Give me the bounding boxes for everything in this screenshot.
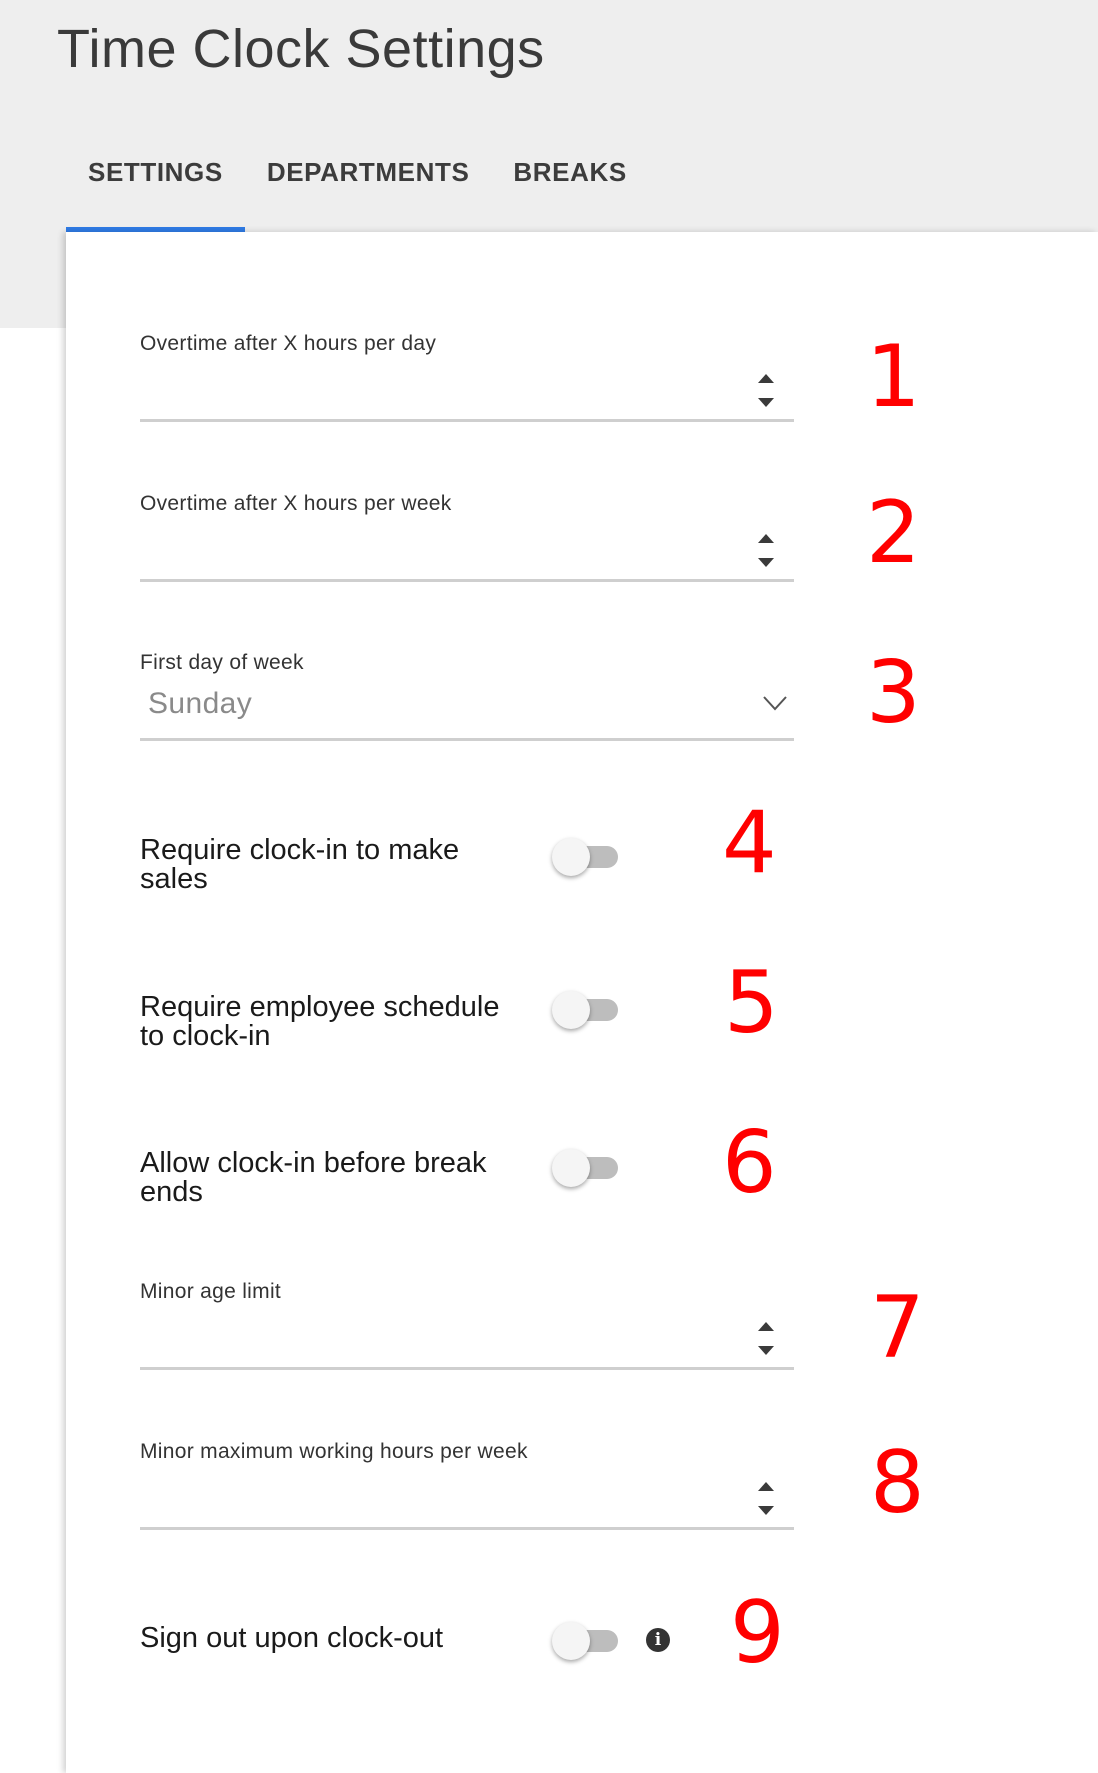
tab-settings-label: SETTINGS (88, 157, 223, 187)
first-day-of-week-label: First day of week (140, 651, 304, 674)
spinner-down-icon[interactable] (758, 1506, 774, 1515)
allow-before-break-toggle[interactable] (552, 1147, 620, 1187)
spinner-up-icon[interactable] (758, 1322, 774, 1331)
tab-breaks-label: BREAKS (513, 157, 627, 187)
marker-2: 2 (866, 483, 921, 583)
spinner-arrows-icon[interactable] (756, 1476, 776, 1520)
spinner-arrows-icon[interactable] (756, 1316, 776, 1360)
first-day-of-week-field: First day of week Sunday (140, 651, 794, 741)
marker-8: 8 (870, 1433, 925, 1533)
marker-1: 1 (866, 327, 921, 427)
first-day-of-week-value: Sunday (148, 687, 253, 720)
spinner-down-icon[interactable] (758, 398, 774, 407)
tab-departments-label: DEPARTMENTS (266, 157, 470, 187)
require-clock-in-toggle[interactable] (552, 836, 620, 876)
sign-out-label: Sign out upon clock-out (140, 1622, 444, 1654)
minor-max-hours-label: Minor maximum working hours per week (140, 1440, 528, 1463)
minor-age-limit-label: Minor age limit (140, 1280, 282, 1303)
spinner-up-icon[interactable] (758, 534, 774, 543)
first-day-of-week-select[interactable]: Sunday (140, 675, 794, 741)
minor-max-hours-field: Minor maximum working hours per week (140, 1440, 794, 1530)
marker-4: 4 (722, 793, 777, 893)
overtime-per-day-input[interactable] (140, 356, 794, 422)
require-schedule-toggle[interactable] (552, 989, 620, 1029)
minor-age-limit-input[interactable] (140, 1304, 794, 1370)
overtime-per-week-label: Overtime after X hours per week (140, 492, 452, 515)
tab-departments[interactable]: DEPARTMENTS (245, 145, 492, 233)
info-icon[interactable]: i (646, 1628, 670, 1652)
marker-9: 9 (730, 1583, 785, 1683)
overtime-per-day-field: Overtime after X hours per day (140, 332, 794, 422)
tab-settings[interactable]: SETTINGS (66, 145, 245, 233)
spinner-arrows-icon[interactable] (756, 528, 776, 572)
spinner-down-icon[interactable] (758, 558, 774, 567)
require-clock-in-label: Require clock-in to make sales (140, 834, 460, 895)
marker-7: 7 (870, 1278, 925, 1378)
marker-6: 6 (722, 1113, 777, 1213)
spinner-up-icon[interactable] (758, 374, 774, 383)
marker-3: 3 (866, 643, 921, 743)
allow-before-break-label: Allow clock-in before break ends (140, 1147, 487, 1208)
sign-out-toggle[interactable] (552, 1620, 620, 1660)
require-schedule-label: Require employee schedule to clock-in (140, 991, 500, 1052)
spinner-down-icon[interactable] (758, 1346, 774, 1355)
page-title: Time Clock Settings (57, 19, 545, 79)
tab-breaks[interactable]: BREAKS (491, 145, 648, 233)
toggle-knob (552, 838, 590, 876)
toggle-knob (552, 1149, 590, 1187)
tab-bar: SETTINGS DEPARTMENTS BREAKS (66, 145, 649, 233)
overtime-per-day-label: Overtime after X hours per day (140, 332, 437, 355)
minor-age-limit-field: Minor age limit (140, 1280, 794, 1370)
toggle-knob (552, 1622, 590, 1660)
spinner-up-icon[interactable] (758, 1482, 774, 1491)
marker-5: 5 (724, 953, 779, 1053)
minor-max-hours-input[interactable] (140, 1464, 794, 1530)
spinner-arrows-icon[interactable] (756, 368, 776, 412)
chevron-down-icon (763, 696, 787, 711)
overtime-per-week-field: Overtime after X hours per week (140, 492, 794, 582)
toggle-knob (552, 991, 590, 1029)
overtime-per-week-input[interactable] (140, 516, 794, 582)
